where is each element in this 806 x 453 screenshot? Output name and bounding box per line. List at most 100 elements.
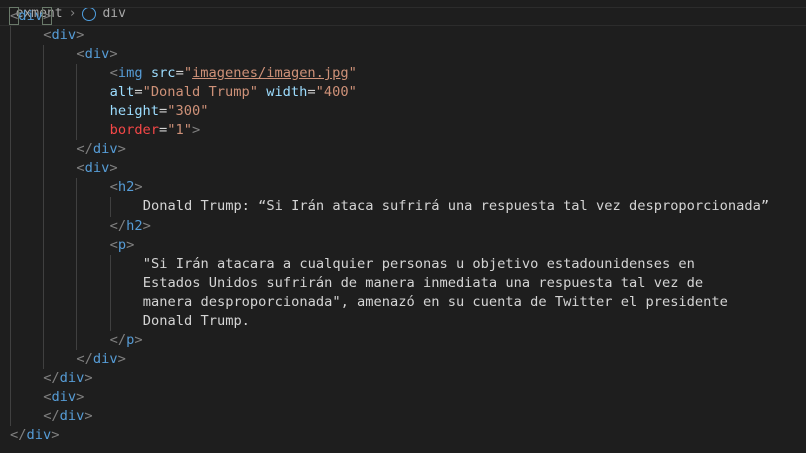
code-line[interactable]: <p> (0, 235, 806, 255)
indent-guide (10, 387, 11, 407)
token-text: = (134, 84, 143, 101)
token-punc: > (117, 141, 126, 158)
token-punc: </ (109, 217, 127, 234)
token-pm: < (8, 7, 20, 25)
token-punc: > (51, 427, 60, 444)
code-line[interactable]: Donald Trump. (0, 311, 806, 331)
code-content: <div> (43, 388, 84, 407)
code-line[interactable]: height="300" (0, 102, 806, 122)
token-punc: </ (43, 407, 60, 424)
code-content: Estados Unidos sufrirán de manera inmedi… (143, 274, 703, 293)
code-line[interactable]: </div> (0, 349, 806, 369)
code-line[interactable]: <div> (0, 45, 806, 65)
indent-guide (10, 254, 11, 274)
token-tag: div (84, 160, 110, 177)
code-line[interactable]: alt="Donald Trump" width="400" (0, 83, 806, 103)
indent-guide (10, 64, 11, 84)
code-content: <img src="imagenes/imagen.jpg" (110, 64, 357, 83)
code-line[interactable]: manera desproporcionada", amenazó en su … (0, 292, 806, 312)
token-str: "Donald Trump" (142, 84, 258, 101)
indent-guide (43, 292, 45, 312)
indent-guide (43, 140, 45, 160)
code-line[interactable]: </h2> (0, 216, 806, 236)
code-content: <h2> (110, 178, 143, 197)
token-punc: > (109, 160, 118, 177)
code-line[interactable]: </div> (0, 406, 806, 427)
indent-guide (43, 83, 45, 103)
code-line[interactable]: </div> (0, 368, 806, 388)
token-punc: > (142, 217, 151, 234)
indent-guide (109, 273, 111, 293)
indent-guide (43, 216, 45, 236)
token-text: "Si Irán atacara a cualquier personas u … (142, 255, 695, 272)
token-punc: > (192, 122, 201, 139)
indent-guide (76, 254, 78, 274)
code-line[interactable]: Donald Trump: “Si Irán ataca sufrirá una… (0, 197, 806, 217)
token-punc: > (126, 236, 135, 253)
indent-guide (43, 64, 45, 84)
code-line[interactable]: Estados Unidos sufrirán de manera inmedi… (0, 273, 806, 293)
code-editor[interactable]: <div> <div> <div> <img src="imagenes/imagen… (0, 7, 806, 445)
code-content: Donald Trump: “Si Irán ataca sufrirá una… (143, 197, 769, 216)
indent-guide (10, 406, 11, 427)
token-link: imagenes/imagen.jpg (192, 65, 349, 82)
code-content: </div> (43, 369, 92, 388)
indent-guide (43, 178, 45, 198)
code-line[interactable]: <img src="imagenes/imagen.jpg" (0, 64, 806, 84)
token-text: Donald Trump: “Si Irán ataca sufrirá una… (142, 198, 770, 215)
code-content: </div> (10, 426, 59, 445)
code-content: <div> (76, 45, 117, 64)
indent-guide (43, 273, 45, 293)
code-content: </div> (76, 140, 125, 159)
code-content: "Si Irán atacara a cualquier personas u … (143, 255, 695, 274)
token-punc: </ (76, 141, 93, 158)
token-punc: < (76, 160, 85, 177)
code-line[interactable]: <div> (0, 26, 806, 46)
token-punc: > (84, 407, 93, 424)
code-line[interactable]: <div> (0, 159, 806, 179)
indent-guide (43, 102, 45, 122)
indent-guide (43, 254, 45, 274)
token-punc: > (109, 46, 118, 63)
token-punc: </ (76, 350, 93, 367)
indent-guide (76, 292, 78, 312)
indent-guide (43, 330, 45, 350)
token-punc: > (134, 179, 143, 196)
token-punc: </ (109, 331, 127, 348)
indent-guide (109, 197, 111, 217)
indent-guide (10, 83, 11, 103)
code-line[interactable]: </div> (0, 426, 806, 445)
indent-guide (43, 311, 45, 331)
code-content: <div> (76, 159, 117, 178)
code-content: <div> (43, 26, 84, 45)
token-punc: > (117, 350, 126, 367)
token-str: "400" (315, 84, 357, 101)
indent-guide (43, 197, 45, 217)
code-line[interactable]: <h2> (0, 178, 806, 198)
indent-guide (76, 273, 78, 293)
code-line[interactable]: </p> (0, 330, 806, 350)
indent-guide (10, 45, 11, 65)
token-punc: </ (43, 369, 60, 386)
token-punc: > (76, 27, 85, 44)
indent-guide (10, 159, 11, 179)
indent-guide (76, 83, 78, 103)
indent-guide (10, 292, 11, 312)
indent-guide (76, 197, 78, 217)
token-tag: div (84, 46, 110, 63)
code-line[interactable]: </div> (0, 140, 806, 160)
token-punc: < (109, 179, 118, 196)
breadcrumb: exment › div (0, 0, 126, 21)
token-punc: < (76, 46, 85, 63)
indent-guide (10, 102, 11, 122)
code-line[interactable]: <div> (0, 387, 806, 407)
indent-guide (10, 368, 11, 388)
indent-guide (10, 26, 11, 46)
code-line[interactable]: <div> (0, 7, 806, 26)
indent-guide (76, 64, 78, 84)
token-tag: p (117, 236, 127, 253)
code-line[interactable]: border="1"> (0, 121, 806, 141)
code-line[interactable]: "Si Irán atacara a cualquier personas u … (0, 254, 806, 274)
code-content: </div> (76, 350, 125, 369)
